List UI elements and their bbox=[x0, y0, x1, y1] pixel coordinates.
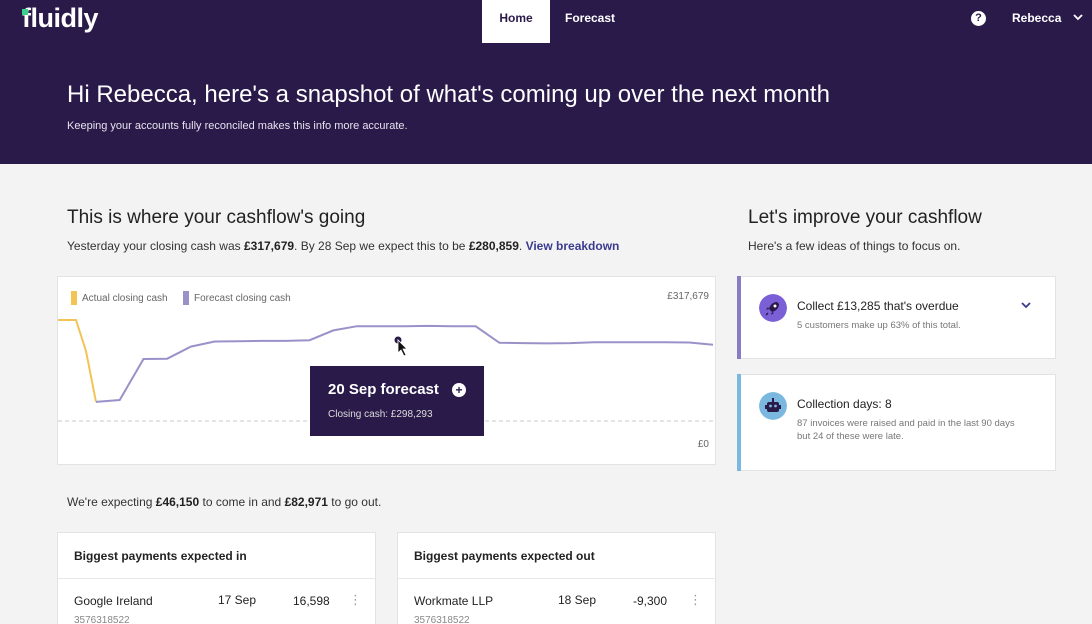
fluidly-logo[interactable]: fluidly bbox=[22, 3, 99, 34]
tab-forecast[interactable]: Forecast bbox=[556, 0, 624, 43]
tip-card-collection-days[interactable]: Collection days: 8 87 invoices were rais… bbox=[737, 374, 1056, 471]
tip-title: Collection days: 8 bbox=[797, 397, 892, 411]
in-amount: £46,150 bbox=[155, 495, 200, 509]
payment-amount: 16,598 bbox=[293, 594, 330, 608]
expect-text: to go out. bbox=[327, 495, 382, 509]
top-nav: fluidly Home Forecast ? Rebecca bbox=[0, 0, 1092, 43]
expecting-summary: We're expecting £46,150 to come in and £… bbox=[67, 495, 381, 509]
more-options-icon[interactable]: ⋮ bbox=[349, 593, 362, 606]
cashflow-title: This is where your cashflow's going bbox=[67, 207, 366, 228]
expect-text: to come in and bbox=[199, 495, 285, 509]
closing-cash-value: £317,679 bbox=[243, 239, 295, 253]
chart-tooltip: 20 Sep forecast + Closing cash: £298,293 bbox=[310, 366, 484, 436]
hero-title: Hi Rebecca, here's a snapshot of what's … bbox=[67, 81, 830, 108]
payment-name[interactable]: Google Ireland bbox=[74, 594, 153, 608]
payments-out-title: Biggest payments expected out bbox=[414, 549, 595, 563]
hero-subtitle: Keeping your accounts fully reconciled m… bbox=[67, 120, 408, 132]
actual-closing-cash-line bbox=[58, 319, 97, 403]
improve-title: Let's improve your cashflow bbox=[748, 207, 982, 228]
help-icon[interactable]: ? bbox=[971, 11, 986, 26]
divider bbox=[58, 578, 375, 579]
rocket-icon bbox=[759, 294, 787, 322]
summary-text: . By 28 Sep we expect this to be bbox=[294, 239, 469, 253]
logo-accent bbox=[22, 9, 28, 15]
user-menu-name[interactable]: Rebecca bbox=[1012, 11, 1061, 25]
tip-text: 87 invoices were raised and paid in the … bbox=[797, 418, 1015, 442]
chevron-down-icon[interactable] bbox=[1020, 299, 1032, 311]
expected-cash-value: £280,859 bbox=[468, 239, 519, 253]
summary-text: Yesterday your closing cash was bbox=[67, 239, 244, 253]
payments-in-title: Biggest payments expected in bbox=[74, 549, 247, 563]
divider bbox=[398, 578, 715, 579]
mouse-cursor-icon bbox=[397, 339, 408, 357]
out-amount: £82,971 bbox=[284, 495, 328, 509]
plus-icon[interactable]: + bbox=[452, 383, 466, 397]
improve-subtitle: Here's a few ideas of things to focus on… bbox=[748, 239, 961, 253]
expect-text: We're expecting bbox=[67, 495, 156, 509]
logo-text: fluidly bbox=[22, 3, 99, 33]
tooltip-detail: Closing cash: £298,293 bbox=[328, 409, 433, 420]
tip-card-overdue[interactable]: Collect £13,285 that's overdue 5 custome… bbox=[737, 276, 1056, 359]
hero-banner: Hi Rebecca, here's a snapshot of what's … bbox=[0, 43, 1092, 164]
payments-out-card: Biggest payments expected out Workmate L… bbox=[397, 532, 716, 624]
tip-accent-bar bbox=[737, 276, 741, 359]
tooltip-title: 20 Sep forecast bbox=[328, 381, 439, 398]
view-breakdown-link[interactable]: View breakdown bbox=[526, 239, 620, 253]
payment-ref: 3576318522 bbox=[414, 615, 470, 624]
payments-in-card: Biggest payments expected in Google Irel… bbox=[57, 532, 376, 624]
chevron-down-icon[interactable] bbox=[1072, 11, 1084, 23]
payment-date: 17 Sep bbox=[218, 593, 257, 607]
robot-icon bbox=[759, 392, 787, 420]
payment-date: 18 Sep bbox=[558, 593, 597, 607]
more-options-icon[interactable]: ⋮ bbox=[689, 593, 702, 606]
tip-title: Collect £13,285 that's overdue bbox=[797, 299, 959, 313]
payment-ref: 3576318522 bbox=[74, 615, 130, 624]
tip-accent-bar bbox=[737, 374, 741, 471]
cashflow-summary: Yesterday your closing cash was £317,679… bbox=[67, 239, 619, 253]
tip-text: 5 customers make up 63% of this total. bbox=[797, 320, 961, 331]
tab-home[interactable]: Home bbox=[482, 0, 550, 43]
payment-name[interactable]: Workmate LLP bbox=[414, 594, 493, 608]
payment-amount: -9,300 bbox=[633, 594, 668, 608]
summary-text: . bbox=[518, 239, 526, 253]
